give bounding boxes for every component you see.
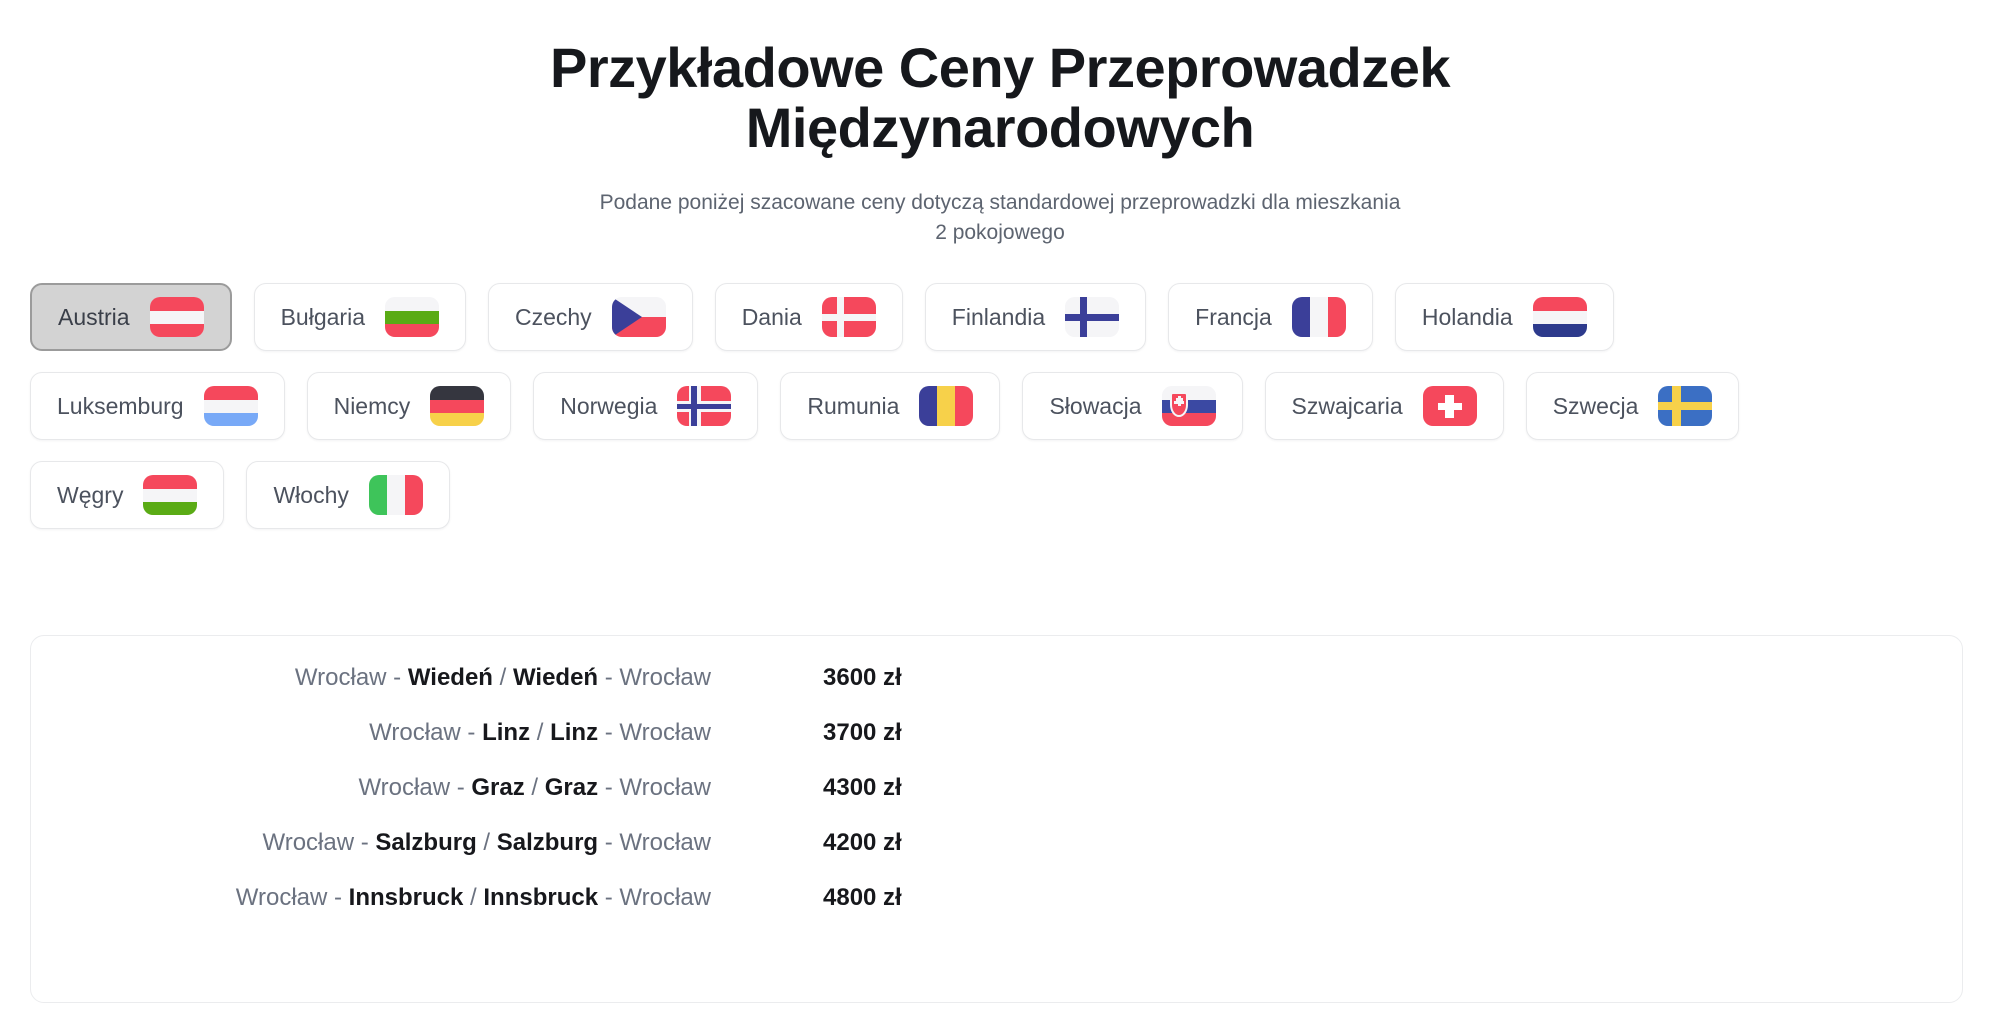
country-button-luksemburg[interactable]: Luksemburg	[30, 372, 285, 441]
route-label: Wrocław - Salzburg / Salzburg - Wrocław	[262, 829, 711, 856]
country-row: Luksemburg Niemcy Norwegia Rumunia Słowacja S…	[30, 372, 1976, 441]
route-label: Wrocław - Linz / Linz - Wrocław	[369, 719, 711, 746]
country-row: Węgry Włochy	[30, 461, 1976, 530]
country-button-bułgaria[interactable]: Bułgaria	[253, 283, 466, 352]
country-button-label: Francja	[1195, 303, 1272, 330]
route-price: 3700 zł	[823, 719, 902, 746]
flag-france-icon	[1291, 297, 1346, 338]
page-subtitle-line-2: 2 pokojowego	[935, 220, 1065, 244]
country-button-austria[interactable]: Austria	[30, 283, 232, 352]
price-row: Wrocław - Innsbruck / Innsbruck - Wrocła…	[31, 884, 1962, 939]
price-row: Wrocław - Graz / Graz - Wrocław 4300 zł	[31, 774, 1962, 829]
price-row: Wrocław - Wiedeń / Wiedeń - Wrocław 3600 …	[31, 664, 1962, 719]
country-button-label: Luksemburg	[57, 392, 184, 419]
country-button-label: Norwegia	[560, 392, 658, 419]
country-button-label: Węgry	[57, 481, 124, 508]
country-button-węgry[interactable]: Węgry	[30, 461, 225, 530]
country-button-label: Rumunia	[807, 392, 900, 419]
flag-netherlands-icon	[1532, 297, 1587, 338]
country-button-niemcy[interactable]: Niemcy	[306, 372, 512, 441]
route-label: Wrocław - Wiedeń / Wiedeń - Wrocław	[294, 664, 711, 691]
country-button-finlandia[interactable]: Finlandia	[924, 283, 1147, 352]
price-results-panel: Wrocław - Wiedeń / Wiedeń - Wrocław 3600 …	[30, 635, 1963, 1003]
flag-germany-icon	[430, 386, 485, 427]
country-button-czechy[interactable]: Czechy	[487, 283, 693, 352]
route-price: 3600 zł	[823, 664, 902, 691]
country-row: Austria Bułgaria Czechy Dania Finlandia Franc…	[30, 283, 1976, 352]
price-list: Wrocław - Wiedeń / Wiedeń - Wrocław 3600 …	[31, 636, 1962, 939]
page-subtitle: Podane poniżej szacowane ceny dotyczą st…	[520, 188, 1480, 248]
flag-sweden-icon	[1658, 386, 1713, 427]
page-title-line-2: Międzynarodowych	[745, 95, 1255, 159]
country-button-słowacja[interactable]: Słowacja	[1022, 372, 1243, 441]
country-button-label: Niemcy	[333, 392, 411, 419]
route-price: 4300 zł	[823, 774, 902, 801]
flag-norway-icon	[677, 386, 732, 427]
flag-denmark-icon	[821, 297, 876, 338]
country-button-włochy[interactable]: Włochy	[246, 461, 450, 530]
flag-hungary-icon	[143, 475, 198, 516]
flag-bulgaria-icon	[384, 297, 439, 338]
flag-luxembourg-icon	[203, 386, 258, 427]
country-selector: Austria Bułgaria Czechy Dania Finlandia Franc…	[0, 283, 2000, 530]
route-price: 4200 zł	[823, 829, 902, 856]
route-price: 4800 zł	[823, 884, 902, 911]
country-button-label: Szwajcaria	[1291, 392, 1403, 419]
flag-slovakia-icon	[1161, 386, 1216, 427]
page-root: Przykładowe Ceny Przeprowadzek Międzynar…	[0, 0, 2000, 1020]
flag-czechia-icon	[611, 297, 666, 338]
country-button-francja[interactable]: Francja	[1168, 283, 1373, 352]
page-subtitle-line-1: Podane poniżej szacowane ceny dotyczą st…	[599, 190, 1401, 214]
country-button-label: Szwecja	[1552, 392, 1639, 419]
country-button-rumunia[interactable]: Rumunia	[780, 372, 1001, 441]
country-button-label: Austria	[58, 303, 130, 330]
flag-austria-icon	[149, 297, 204, 338]
country-button-szwajcaria[interactable]: Szwajcaria	[1264, 372, 1504, 441]
country-button-label: Dania	[741, 303, 802, 330]
country-button-label: Słowacja	[1049, 392, 1142, 419]
country-button-label: Włochy	[273, 481, 349, 508]
flag-romania-icon	[919, 386, 974, 427]
country-button-holandia[interactable]: Holandia	[1394, 283, 1614, 352]
page-title-line-1: Przykładowe Ceny Przeprowadzek	[549, 36, 1451, 99]
country-button-label: Holandia	[1421, 303, 1513, 330]
flag-finland-icon	[1065, 297, 1120, 338]
flag-switzerland-icon	[1422, 386, 1477, 427]
route-label: Wrocław - Innsbruck / Innsbruck - Wrocła…	[235, 884, 711, 911]
price-row: Wrocław - Linz / Linz - Wrocław 3700 zł	[31, 719, 1962, 774]
price-row: Wrocław - Salzburg / Salzburg - Wrocław 4…	[31, 829, 1962, 884]
country-button-szwecja[interactable]: Szwecja	[1525, 372, 1740, 441]
route-label: Wrocław - Graz / Graz - Wrocław	[358, 774, 711, 801]
country-button-label: Czechy	[514, 303, 592, 330]
country-button-label: Bułgaria	[280, 303, 365, 330]
page-header: Przykładowe Ceny Przeprowadzek Międzynar…	[0, 0, 2000, 247]
country-button-norwegia[interactable]: Norwegia	[533, 372, 759, 441]
flag-italy-icon	[368, 475, 423, 516]
page-title: Przykładowe Ceny Przeprowadzek Międzynar…	[440, 38, 1560, 158]
country-button-label: Finlandia	[951, 303, 1046, 330]
country-button-dania[interactable]: Dania	[714, 283, 903, 352]
